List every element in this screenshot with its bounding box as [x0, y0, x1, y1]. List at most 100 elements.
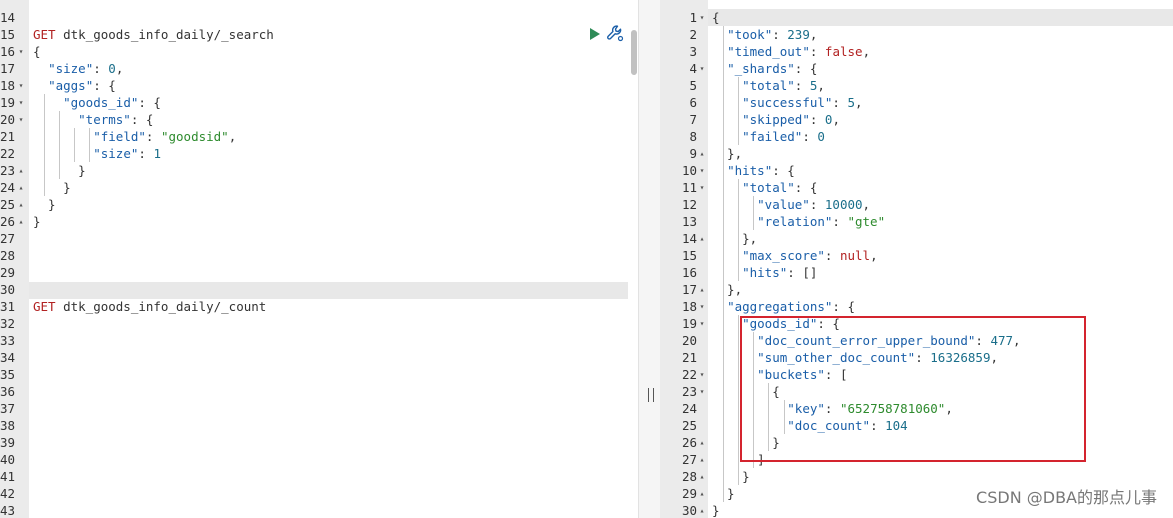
fold-collapse-icon[interactable]: ▾	[697, 9, 707, 26]
code-token: ,	[862, 44, 871, 59]
vertical-scrollbar[interactable]	[631, 30, 637, 75]
line-number-text: 20	[681, 333, 697, 348]
fold-collapse-icon[interactable]: ▾	[697, 315, 707, 332]
fold-expand-icon[interactable]: ▴	[697, 281, 707, 298]
fold-expand-icon[interactable]: ▴	[16, 179, 26, 196]
watermark: CSDN @DBA的那点儿事	[976, 488, 1157, 507]
line-number-text: 13	[681, 214, 697, 229]
run-request-button[interactable]	[588, 26, 602, 42]
code-token: }	[712, 503, 720, 518]
line-number-text: 35	[0, 367, 16, 382]
fold-expand-icon[interactable]: ▴	[16, 213, 26, 230]
code-line-text: {	[712, 9, 720, 26]
fold-expand-icon[interactable]: ▴	[697, 468, 707, 485]
code-line: "field": "goodsid",	[29, 128, 638, 145]
line-number: 2	[660, 26, 708, 43]
fold-collapse-icon[interactable]: ▾	[697, 366, 707, 383]
code-token: },	[712, 146, 743, 161]
fold-expand-icon[interactable]: ▴	[697, 434, 707, 451]
indent-guide	[738, 179, 740, 281]
code-line-text: },	[712, 230, 757, 247]
line-number-text: 42	[0, 486, 16, 501]
code-line: "relation": "gte"	[708, 213, 1173, 230]
line-number-text: 19	[681, 316, 697, 331]
code-token: 10000	[824, 197, 863, 212]
line-number-gutter: 14 15 16 ▾ 17 18 ▾ 19 ▾ 20 ▾ 21 22 23 ▴ 24 ▴ 25 ▴ 26 ▴ 27 28 29…	[0, 0, 29, 518]
code-line: }	[708, 468, 1173, 485]
line-number: 29 ▴	[660, 485, 708, 502]
fold-collapse-icon[interactable]: ▾	[16, 77, 26, 94]
line-number: 15	[0, 26, 29, 43]
code-token: : {	[794, 180, 818, 195]
line-number-text: 1	[689, 10, 697, 25]
line-number: 3	[660, 43, 708, 60]
code-token: GET	[33, 27, 56, 42]
code-token: :	[824, 248, 840, 263]
code-token: : {	[832, 299, 855, 314]
line-number-text: 40	[0, 452, 16, 467]
code-line: "max_score": null,	[708, 247, 1173, 264]
line-number: 5	[660, 77, 708, 94]
request-options-button[interactable]	[606, 24, 624, 42]
fold-expand-icon[interactable]: ▴	[697, 502, 707, 518]
code-token: "total"	[742, 78, 795, 93]
line-number-text: 14	[0, 10, 16, 25]
fold-collapse-icon[interactable]: ▾	[697, 60, 707, 77]
code-token: :	[772, 27, 788, 42]
fold-expand-icon[interactable]: ▴	[16, 162, 26, 179]
fold-expand-icon[interactable]: ▴	[697, 230, 707, 247]
code-line-text: "successful": 5,	[712, 94, 862, 111]
line-number-text: 18	[0, 78, 16, 93]
fold-expand-icon[interactable]: ▴	[16, 196, 26, 213]
pane-resize-splitter[interactable]	[638, 0, 662, 518]
code-line: "failed": 0	[708, 128, 1173, 145]
line-number: 4 ▾	[660, 60, 708, 77]
fold-collapse-icon[interactable]: ▾	[697, 162, 707, 179]
code-area[interactable]: GET dtk_goods_info_daily/_search{ "size"…	[29, 0, 638, 518]
fold-expand-icon[interactable]: ▴	[697, 485, 707, 502]
line-number-text: 5	[689, 78, 697, 93]
code-line: },	[708, 230, 1173, 247]
line-number: 40	[0, 451, 29, 468]
line-number-text: 15	[681, 248, 697, 263]
fold-collapse-icon[interactable]: ▾	[697, 298, 707, 315]
code-line-text: "took": 239,	[712, 26, 817, 43]
line-number: 12	[660, 196, 708, 213]
line-number: 36	[0, 383, 29, 400]
line-number-text: 25	[0, 197, 16, 212]
code-token: "value"	[757, 197, 810, 212]
code-token: : {	[93, 78, 116, 93]
fold-collapse-icon[interactable]: ▾	[16, 111, 26, 128]
code-line-text: "terms": {	[33, 111, 153, 128]
line-number-text: 16	[0, 44, 16, 59]
fold-collapse-icon[interactable]: ▾	[697, 179, 707, 196]
code-token: null	[839, 248, 871, 263]
line-number-text: 43	[0, 503, 16, 518]
code-token: : {	[794, 61, 818, 76]
fold-collapse-icon[interactable]: ▾	[697, 383, 707, 400]
fold-expand-icon[interactable]: ▴	[697, 145, 707, 162]
code-line-text: "total": 5,	[712, 77, 825, 94]
code-line-text: "hits": {	[712, 162, 795, 179]
line-number-text: 8	[689, 129, 697, 144]
code-token: dtk_goods_info_daily/_search	[55, 27, 274, 42]
code-line-text: "hits": []	[712, 264, 817, 281]
code-line: }	[29, 196, 638, 213]
line-number: 20	[660, 332, 708, 349]
code-line: "total": 5,	[708, 77, 1173, 94]
line-number: 27 ▴	[660, 451, 708, 468]
fold-collapse-icon[interactable]: ▾	[16, 94, 26, 111]
line-number-text: 3	[689, 44, 697, 59]
code-token: 0	[817, 129, 825, 144]
request-editor[interactable]: 14 15 16 ▾ 17 18 ▾ 19 ▾ 20 ▾ 21 22 23 ▴ 24 ▴ 25 ▴ 26 ▴ 27 28 29…	[0, 0, 638, 518]
fold-collapse-icon[interactable]: ▾	[16, 43, 26, 60]
line-number: 43	[0, 502, 29, 518]
line-number-text: 28	[0, 248, 16, 263]
fold-expand-icon[interactable]: ▴	[697, 451, 707, 468]
code-token: "successful"	[742, 95, 833, 110]
